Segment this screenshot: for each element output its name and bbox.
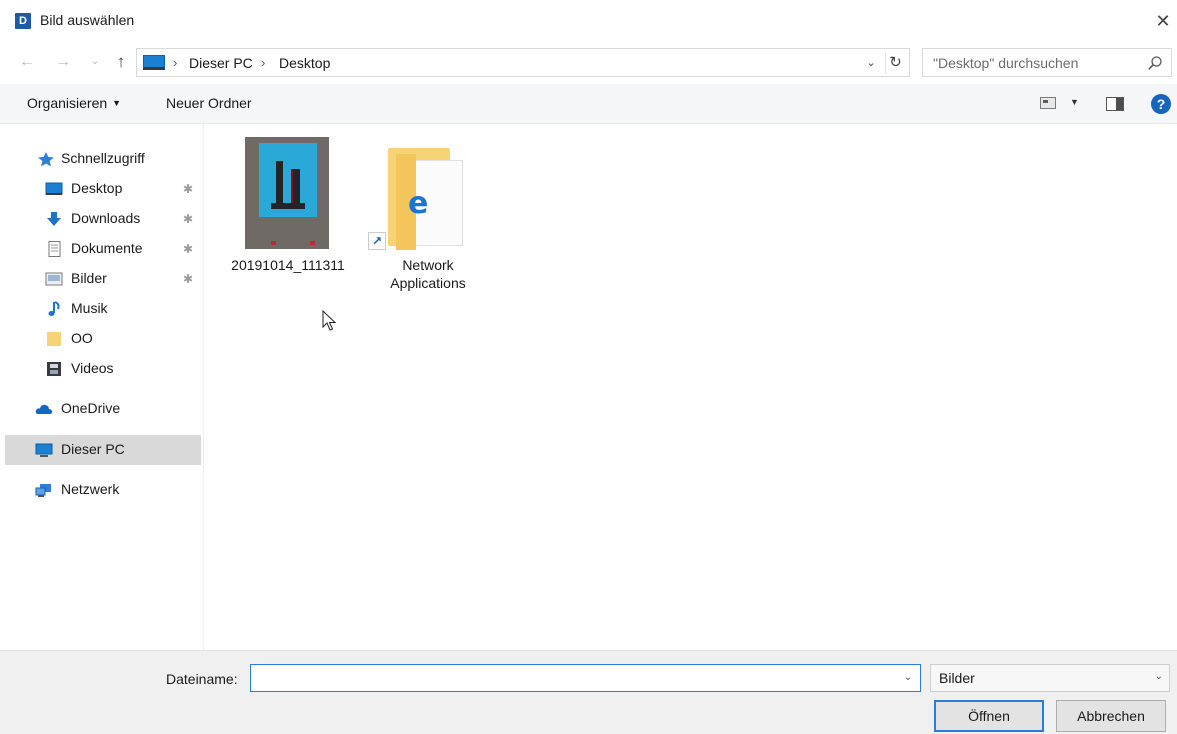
preview-pane-icon[interactable] [1106,97,1124,111]
desktop-icon [45,182,63,195]
folder-icon [47,332,61,346]
filename-label: Dateiname: [166,671,238,687]
sidebar-item-label: OneDrive [61,400,121,416]
address-bar[interactable]: › Dieser PC › Desktop ⌄ ↻ [136,48,910,77]
sidebar-item-bilder[interactable]: Bilder ✱ [5,264,201,294]
sidebar-item-musik[interactable]: Musik [5,294,201,324]
dialog-footer: Dateiname: ⌄ Bilder ⌄ Öffnen Abbrechen [0,650,1177,734]
new-folder-button[interactable]: Neuer Ordner [166,95,252,111]
pc-icon [143,55,165,70]
sidebar-item-label: Bilder [71,270,107,286]
sidebar-item-label: OO [71,330,93,346]
title-bar: D Bild auswählen ✕ [0,0,1177,42]
pc-icon [35,443,53,457]
pictures-icon [45,272,63,286]
network-icon [35,484,51,497]
breadcrumb-dieser-pc[interactable]: Dieser PC [189,55,253,71]
cancel-button[interactable]: Abbrechen [1056,700,1166,732]
video-icon [47,362,61,376]
sidebar-item-dokumente[interactable]: Dokumente ✱ [5,234,201,264]
sidebar-item-oo[interactable]: OO [5,324,201,354]
pin-icon[interactable]: ✱ [183,212,193,226]
toolbar: Organisieren ▼ Neuer Ordner ▼ ? [0,84,1177,124]
sidebar-item-dieser-pc[interactable]: Dieser PC [5,435,201,465]
sidebar-item-schnellzugriff[interactable]: Schnellzugriff [5,144,201,174]
edge-logo-icon: e [408,186,429,221]
pin-icon[interactable]: ✱ [183,182,193,196]
refresh-icon[interactable]: ↻ [885,52,905,74]
window-title: Bild auswählen [40,12,135,28]
sidebar-item-label: Desktop [71,180,123,196]
sidebar-item-desktop[interactable]: Desktop ✱ [5,174,201,204]
forward-button[interactable]: → [52,51,74,73]
sidebar-item-label: Dieser PC [61,441,125,457]
pin-icon[interactable]: ✱ [183,242,193,256]
open-button[interactable]: Öffnen [934,700,1044,732]
sidebar-item-downloads[interactable]: Downloads ✱ [5,204,201,234]
sidebar-item-label: Videos [71,360,114,376]
file-name: Network Applications [390,257,466,291]
mouse-cursor-icon [322,310,336,331]
download-icon [47,212,61,226]
file-list [205,124,1177,650]
organize-label: Organisieren [27,95,108,111]
search-icon [1148,56,1162,70]
sidebar-item-label: Downloads [71,210,141,226]
sidebar-item-label: Musik [71,300,108,316]
pin-icon[interactable]: ✱ [183,272,193,286]
chevron-down-icon: ⌄ [1154,671,1163,682]
star-icon [38,152,54,167]
address-row: ← → ⌄ ↑ › Dieser PC › Desktop ⌄ ↻ "Deskt… [0,46,1177,80]
back-button[interactable]: ← [16,51,38,73]
music-icon [48,301,60,316]
recent-locations-button[interactable]: ⌄ [84,51,106,73]
sidebar-item-netzwerk[interactable]: Netzwerk [5,475,201,505]
image-thumbnail [245,137,329,249]
organize-button[interactable]: Organisieren ▼ [27,95,121,111]
view-options-icon[interactable] [1040,97,1056,109]
chevron-down-icon[interactable]: ⌄ [862,54,880,72]
up-button[interactable]: ↑ [110,51,132,73]
sidebar-item-onedrive[interactable]: OneDrive [5,394,201,424]
caret-down-icon: ▼ [112,98,122,108]
sidebar-item-videos[interactable]: Videos [5,354,201,384]
sidebar-item-label: Dokumente [71,240,143,256]
search-input[interactable]: "Desktop" durchsuchen [922,48,1172,77]
shortcut-arrow-icon: ↗ [368,232,386,250]
sidebar-item-label: Netzwerk [61,481,120,497]
close-button[interactable]: ✕ [1149,6,1177,36]
view-options-caret-icon[interactable]: ▼ [1070,97,1079,107]
chevron-down-icon[interactable]: ⌄ [899,670,917,686]
file-name: 20191014_111311 [231,257,345,273]
help-icon[interactable]: ? [1151,94,1171,114]
cloud-icon [35,404,53,414]
search-placeholder: "Desktop" durchsuchen [933,55,1079,71]
breadcrumb-desktop[interactable]: Desktop [279,55,330,71]
breadcrumb-separator: › [173,55,178,70]
navigation-pane: Schnellzugriff Desktop ✱ Downloads ✱ Dok… [0,124,204,650]
breadcrumb-separator: › [261,55,266,70]
sidebar-item-label: Schnellzugriff [61,150,145,166]
document-icon [48,241,61,257]
file-type-value: Bilder [939,670,975,686]
file-type-select[interactable]: Bilder ⌄ [930,664,1170,692]
app-icon: D [15,13,31,29]
filename-input[interactable] [250,664,921,692]
